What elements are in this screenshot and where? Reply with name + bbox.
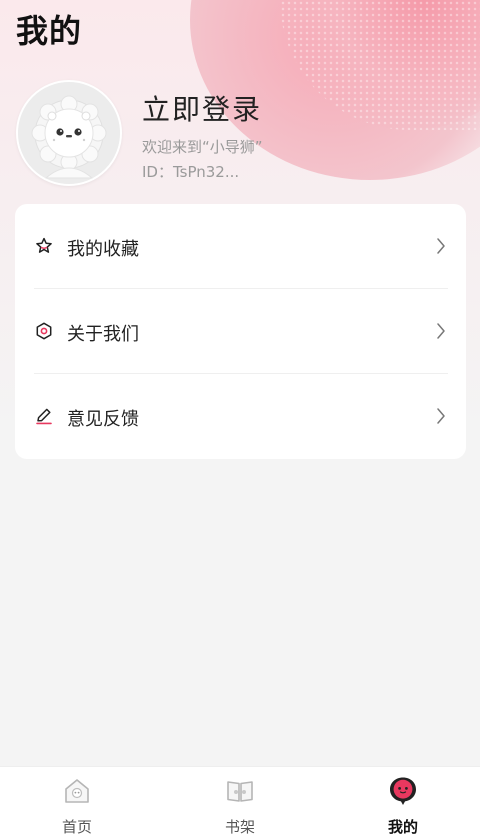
pencil-icon	[36, 408, 52, 425]
menu-item-label: 关于我们	[67, 324, 139, 345]
menu-item-favorites[interactable]: 我的收藏	[15, 204, 466, 288]
login-link[interactable]: 立即登录	[142, 88, 262, 128]
bottom-tab-bar: 首页 书架 我的	[0, 766, 480, 840]
profile-page: 我的 立即登录 欢迎来到“小导狮” ID：TsPn32... 我的收藏 关于我们…	[0, 0, 480, 840]
tab-label: 我的	[387, 818, 418, 836]
chevron-right-icon	[437, 408, 445, 424]
tab-profile[interactable]: 我的	[353, 767, 453, 840]
profile-icon	[390, 777, 416, 805]
user-id: ID：TsPn32...	[142, 163, 240, 181]
tab-label: 首页	[61, 818, 92, 836]
menu-item-label: 意见反馈	[67, 409, 139, 430]
lion-mascot-icon	[18, 82, 120, 184]
chevron-right-icon	[437, 323, 445, 339]
tab-bookshelf[interactable]: 书架	[190, 767, 290, 840]
chevron-right-icon	[437, 238, 445, 254]
bookshelf-icon	[227, 781, 253, 802]
menu-item-about[interactable]: 关于我们	[15, 289, 466, 373]
menu-item-feedback[interactable]: 意见反馈	[15, 374, 466, 458]
tab-home[interactable]: 首页	[27, 767, 127, 840]
hexagon-icon	[36, 322, 52, 340]
welcome-text: 欢迎来到“小导狮”	[142, 138, 263, 156]
star-icon	[36, 237, 52, 253]
menu-card: 我的收藏 关于我们 意见反馈	[15, 204, 466, 459]
menu-item-label: 我的收藏	[67, 239, 139, 260]
page-title: 我的	[16, 12, 83, 50]
tab-label: 书架	[224, 818, 255, 836]
avatar[interactable]	[16, 80, 122, 186]
home-icon	[65, 779, 89, 803]
